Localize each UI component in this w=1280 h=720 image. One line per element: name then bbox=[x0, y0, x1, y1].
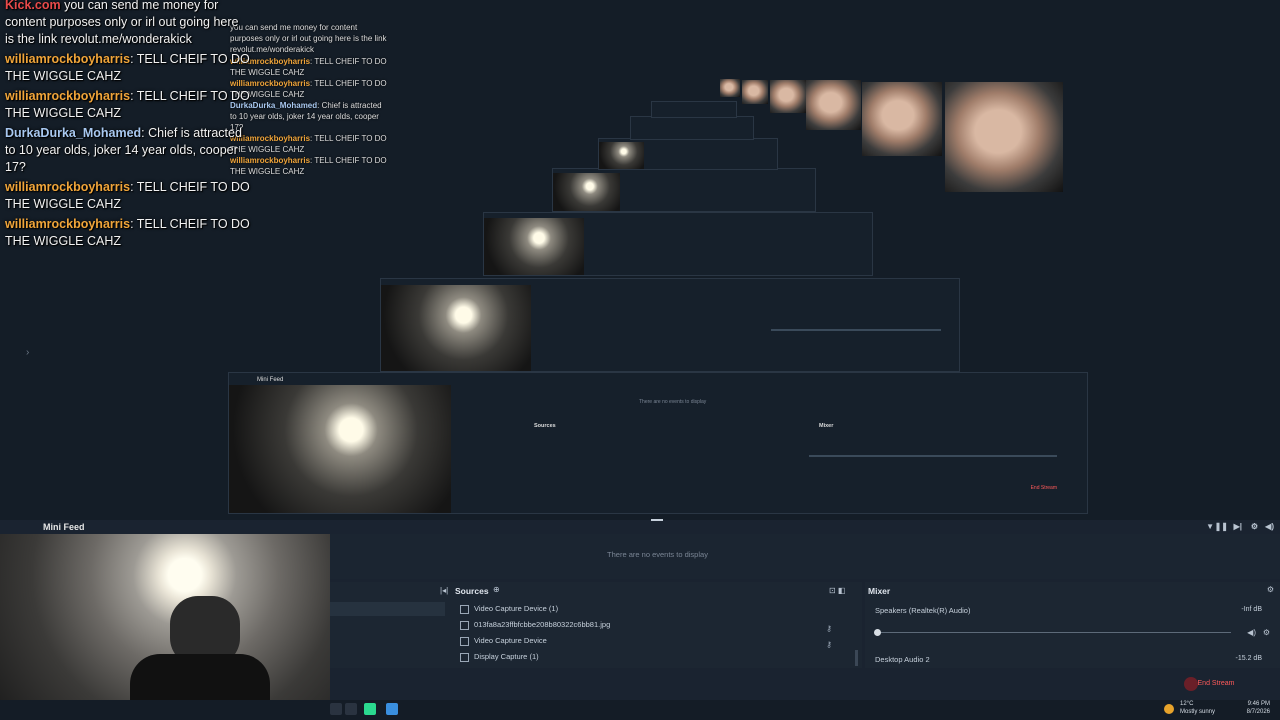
chat-username: williamrockboyharris bbox=[5, 217, 131, 231]
nested-obs-window bbox=[598, 138, 778, 170]
clock-time: 9:46 PM bbox=[1247, 701, 1270, 707]
source-item[interactable]: Display Capture (1) bbox=[450, 649, 862, 665]
nested-end-stream: End Stream bbox=[1030, 485, 1057, 491]
event-feed: There are no events to display bbox=[330, 534, 1280, 579]
volume-slider[interactable] bbox=[877, 632, 1231, 633]
nested-obs-window: Mini Feed There are no events to display… bbox=[228, 372, 1088, 514]
obs-dock: Mini Feed ▼ ❚❚ ▶| ⚙ ◀) There are no even… bbox=[0, 519, 1280, 720]
mini-feed-title: Mini Feed bbox=[43, 522, 85, 532]
source-label: Video Capture Device (1) bbox=[474, 604, 559, 613]
monitor-icon bbox=[460, 653, 469, 662]
weather-desc: Mostly sunny bbox=[1180, 709, 1216, 715]
chat-username: williamrockboyharris bbox=[5, 89, 131, 103]
chat-username: williamrockboyharris bbox=[5, 52, 131, 66]
weather-temp: 12°C bbox=[1180, 701, 1194, 707]
source-item[interactable]: Video Capture Device ⚷ bbox=[450, 633, 862, 649]
webcam-frame bbox=[945, 82, 1063, 192]
nested-obs-window bbox=[483, 212, 873, 276]
layout-icon[interactable]: ⊡ ◧ bbox=[829, 586, 845, 595]
chat-username: DurkaDurka_Mohamed bbox=[5, 126, 142, 140]
nested-volume-slider bbox=[809, 455, 1057, 457]
mixer-title: Mixer bbox=[868, 586, 891, 596]
events-empty-text: There are no events to display bbox=[607, 550, 708, 559]
chat-username: williamrockboyharris bbox=[5, 180, 131, 194]
nested-obs-window bbox=[552, 168, 816, 212]
nested-webcam bbox=[553, 173, 620, 211]
chevron-right-icon[interactable]: › bbox=[26, 347, 29, 358]
source-label: Display Capture (1) bbox=[474, 652, 539, 661]
mixer-channel-label: Speakers (Realtek(R) Audio) bbox=[875, 606, 971, 615]
scrollbar[interactable] bbox=[855, 650, 858, 666]
source-label: Video Capture Device bbox=[474, 636, 547, 645]
nested-webcam bbox=[381, 285, 531, 371]
taskbar: 12°C Mostly sunny 9:46 PM 8/7/2026 bbox=[0, 700, 1280, 720]
mixer-channel-label: Desktop Audio 2 bbox=[875, 655, 930, 664]
gear-icon[interactable]: ⚙ bbox=[1267, 585, 1274, 594]
chat-message: williamrockboyharris: TELL CHEIF TO DO T… bbox=[5, 180, 250, 211]
sources-list: Video Capture Device (1) 013fa8a23ffbfcb… bbox=[450, 601, 862, 665]
volume-slider-knob[interactable] bbox=[874, 629, 881, 636]
nested-events-empty: There are no events to display bbox=[639, 399, 707, 405]
nested-webcam bbox=[229, 385, 451, 513]
nested-webcam bbox=[484, 218, 584, 275]
add-source-icon[interactable]: ⊕ bbox=[493, 585, 500, 594]
nested-obs-window bbox=[630, 116, 754, 140]
mini-feed-webcam bbox=[0, 534, 330, 720]
nested-obs-window bbox=[380, 278, 960, 372]
image-icon bbox=[460, 621, 469, 630]
nested-obs-window bbox=[651, 101, 737, 118]
nested-webcam bbox=[599, 142, 644, 169]
mini-feed-header: Mini Feed ▼ ❚❚ ▶| ⚙ ◀) bbox=[0, 519, 1280, 534]
webcam-frame bbox=[720, 79, 740, 97]
end-stream-button[interactable]: End Stream bbox=[1186, 677, 1246, 691]
source-label: 013fa8a23ffbfcbbe208b80322c6bb81.jpg bbox=[474, 620, 611, 629]
mixer-panel: ⊡ ◧ Mixer ⚙ Speakers (Realtek(R) Audio) … bbox=[829, 582, 1280, 668]
chat-message: DurkaDurka_Mohamed: Chief is attracted t… bbox=[5, 126, 242, 174]
volume-icon[interactable]: ◀) bbox=[1265, 522, 1274, 531]
scene-item-selected[interactable] bbox=[330, 602, 445, 616]
webcam-frame bbox=[862, 82, 942, 156]
chat-overlay: Kick.com you can send me money for conte… bbox=[0, 0, 255, 250]
webcam-frame bbox=[770, 80, 806, 113]
nested-mini-feed-label: Mini Feed bbox=[257, 377, 284, 383]
chat-message: williamrockboyharris: TELL CHEIF TO DO T… bbox=[5, 89, 250, 120]
taskbar-app-icon[interactable] bbox=[386, 703, 398, 715]
chat-message: williamrockboyharris: TELL CHEIF TO DO T… bbox=[5, 217, 250, 248]
taskbar-app-icon[interactable] bbox=[345, 703, 357, 715]
mixer-channel-db: -15.2 dB bbox=[1235, 655, 1262, 662]
chat-header-fragment: Kick.com bbox=[5, 0, 61, 12]
kick-app-icon[interactable] bbox=[364, 703, 376, 715]
webcam-frame bbox=[742, 80, 768, 104]
drag-handle-icon[interactable] bbox=[651, 519, 663, 521]
webcam-frame bbox=[806, 80, 861, 130]
weather-sun-icon bbox=[1164, 704, 1174, 714]
clock-date: 8/7/2026 bbox=[1246, 709, 1270, 715]
collapse-icon[interactable]: |◂| bbox=[440, 586, 448, 595]
chat-pinned-message: Kick.com you can send me money for conte… bbox=[5, 0, 250, 48]
scenes-panel bbox=[330, 582, 450, 668]
filter-icon[interactable]: ▼ bbox=[1206, 522, 1214, 531]
chat-message: williamrockboyharris: TELL CHEIF TO DO T… bbox=[5, 52, 250, 83]
source-item[interactable]: 013fa8a23ffbfcbbe208b80322c6bb81.jpg ⚷ bbox=[450, 617, 862, 633]
taskbar-app-icon[interactable] bbox=[330, 703, 342, 715]
channel-settings-icon[interactable]: ⚙ bbox=[1263, 628, 1270, 637]
camera-icon bbox=[460, 637, 469, 646]
nested-volume-slider bbox=[771, 329, 941, 331]
sources-panel: |◂| Sources ⊕ Video Capture Device (1) 0… bbox=[440, 582, 862, 668]
nested-sources-label: Sources bbox=[534, 423, 556, 429]
mixer-channel-db: -Inf dB bbox=[1241, 606, 1262, 613]
camera-icon bbox=[460, 605, 469, 614]
sources-title: Sources bbox=[455, 586, 489, 596]
source-item[interactable]: Video Capture Device (1) bbox=[450, 601, 862, 617]
speaker-icon[interactable]: ◀) bbox=[1247, 628, 1256, 637]
skip-icon[interactable]: ▶| bbox=[1234, 522, 1242, 531]
pause-icon[interactable]: ❚❚ bbox=[1215, 522, 1228, 531]
nested-mixer-label: Mixer bbox=[819, 423, 834, 429]
settings-icon[interactable]: ⚙ bbox=[1251, 522, 1258, 531]
